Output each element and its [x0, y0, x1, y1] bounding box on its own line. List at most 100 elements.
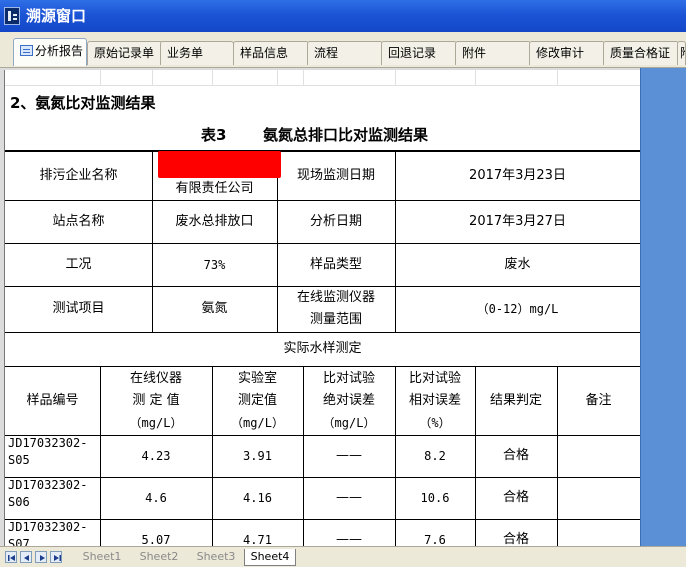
col-rel-line-2: 相对误差: [408, 392, 461, 408]
condition-value: 73%: [203, 257, 226, 272]
window-title: 溯源窗口: [26, 7, 87, 25]
col-online-value: 在线仪器 测 定 值 （mg/L）: [100, 366, 212, 435]
sheet-tab-bar: Sheet1 Sheet2 Sheet3 Sheet4: [0, 546, 686, 567]
monitor-date-value: 2017年3月23日: [469, 168, 566, 183]
tab-sample-info[interactable]: 样品信息: [233, 41, 309, 65]
sample-id-part-2: S06: [8, 495, 30, 509]
enterprise-name-value: 有限责任公司: [175, 181, 254, 196]
sheet-tab-1[interactable]: Sheet1: [76, 549, 128, 566]
tab-attachment-truncated[interactable]: 附: [677, 41, 686, 65]
tab-raw-record[interactable]: 原始记录单: [87, 41, 163, 65]
lab-value-cell: 4.16: [243, 491, 272, 505]
result-cell: 合格: [502, 532, 529, 546]
app-window: 溯源窗口 分析报告 原始记录单 业务单 样品信息 流程 回退记录 附件 修改审计…: [0, 0, 686, 567]
redaction-mark: [158, 151, 281, 178]
grid-strip: [5, 70, 640, 86]
table-row-sample-id: JD17032302- S07: [5, 519, 100, 546]
sheet-tab-2[interactable]: Sheet2: [133, 549, 185, 566]
online-value-cell: 4.6: [145, 491, 167, 505]
tab-label: 质量合格证: [610, 46, 671, 60]
lab-value-cell: 4.71: [243, 533, 272, 546]
first-arrow-icon: [8, 555, 15, 561]
next-sheet-button[interactable]: [35, 551, 47, 563]
absolute-error-cell: ——: [336, 448, 362, 463]
tab-label: 业务单: [167, 46, 204, 60]
tab-quality-certificate[interactable]: 质量合格证: [603, 41, 679, 65]
enterprise-name-label: 排污企业名称: [39, 168, 118, 183]
tab-label: 修改审计: [536, 46, 585, 60]
side-panel: [640, 68, 686, 546]
col-rel-line-1: 比对试验: [408, 370, 461, 386]
last-sheet-button[interactable]: [50, 551, 62, 563]
col-online-line-2: 测 定 值: [132, 392, 180, 408]
remark-cell: [557, 477, 640, 519]
tab-business-order[interactable]: 业务单: [160, 41, 234, 65]
tab-label: 回退记录: [388, 46, 437, 60]
tab-analysis-report[interactable]: 分析报告: [13, 38, 87, 66]
sheet-tab-3[interactable]: Sheet3: [190, 549, 242, 566]
result-cell: 合格: [502, 448, 529, 463]
test-item-value: 氨氮: [201, 301, 228, 316]
online-value-cell: 5.07: [141, 533, 171, 546]
prev-sheet-button[interactable]: [20, 551, 32, 563]
relative-error-cell: 7.6: [424, 533, 446, 546]
condition-label: 工况: [65, 256, 92, 272]
next-arrow-icon: [40, 555, 45, 561]
site-name-value: 废水总排放口: [175, 213, 254, 229]
sample-id-part-2: S05: [8, 453, 30, 467]
lab-value-cell: 3.91: [243, 449, 272, 463]
report-icon: [20, 45, 33, 56]
col-lab-line-1: 实验室: [237, 370, 277, 386]
remark-cell: [557, 435, 640, 477]
col-lab-value: 实验室 测定值 （mg/L）: [212, 366, 303, 435]
sheet-tab-4[interactable]: Sheet4: [244, 549, 296, 566]
table-row-sample-id: JD17032302- S06: [5, 477, 100, 519]
tab-label: 原始记录单: [94, 46, 155, 60]
col-abs-line-1: 比对试验: [322, 370, 375, 386]
section-heading: 2、氨氮比对监测结果: [10, 94, 156, 112]
absolute-error-cell: ——: [336, 532, 362, 546]
online-value-cell: 4.23: [141, 449, 171, 463]
col-rel-line-3: （%）: [419, 415, 451, 430]
tab-label: 附: [680, 46, 685, 60]
col-sample-no: 样品编号: [26, 392, 79, 408]
last-arrow-icon: [54, 555, 61, 561]
first-sheet-button[interactable]: [5, 551, 17, 563]
tab-label: 样品信息: [240, 46, 289, 60]
tab-label: 流程: [314, 46, 339, 60]
col-lab-line-2: 测定值: [237, 392, 277, 408]
monitor-date-label: 现场监测日期: [296, 168, 375, 183]
col-relative-error: 比对试验 相对误差 （%）: [395, 366, 475, 435]
tab-attachments[interactable]: 附件: [455, 41, 531, 65]
table-row-sample-id: JD17032302- S05: [5, 435, 100, 477]
range-value: （0-12）mg/L: [476, 302, 559, 316]
col-online-line-3: （mg/L）: [129, 415, 183, 430]
col-result: 结果判定: [489, 392, 542, 408]
report-sheet[interactable]: 2、氨氮比对监测结果 表3 氨氮总排口比对监测结果 排污企业名称 有限责任公司 …: [4, 70, 640, 546]
prev-arrow-icon: [24, 555, 29, 561]
test-item-label: 测试项目: [52, 301, 105, 316]
relative-error-cell: 8.2: [424, 449, 446, 463]
table-title: 氨氮总排口比对监测结果: [263, 126, 429, 144]
site-name-label: 站点名称: [52, 213, 105, 229]
relative-error-cell: 10.6: [420, 491, 450, 505]
col-abs-line-3: （mg/L）: [322, 415, 376, 430]
tab-modify-audit[interactable]: 修改审计: [529, 41, 605, 65]
sample-id-part-1: JD17032302-: [8, 520, 88, 534]
sample-type-label: 样品类型: [309, 256, 362, 272]
range-label-line-1: 在线监测仪器: [296, 290, 375, 305]
app-icon: [4, 7, 20, 25]
col-remark: 备注: [585, 392, 612, 408]
sample-type-value: 废水: [504, 256, 531, 272]
tab-label: 分析报告: [35, 44, 84, 58]
col-absolute-error: 比对试验 绝对误差 （mg/L）: [303, 366, 395, 435]
tab-label: 附件: [462, 46, 487, 60]
tab-rollback-record[interactable]: 回退记录: [381, 41, 457, 65]
actual-sample-title: 实际水样测定: [283, 341, 362, 356]
table-number: 表3: [201, 126, 227, 144]
col-abs-line-2: 绝对误差: [322, 392, 375, 408]
analysis-date-label: 分析日期: [309, 213, 362, 229]
result-cell: 合格: [502, 490, 529, 505]
tab-workflow[interactable]: 流程: [307, 41, 383, 65]
remark-cell: [557, 519, 640, 546]
